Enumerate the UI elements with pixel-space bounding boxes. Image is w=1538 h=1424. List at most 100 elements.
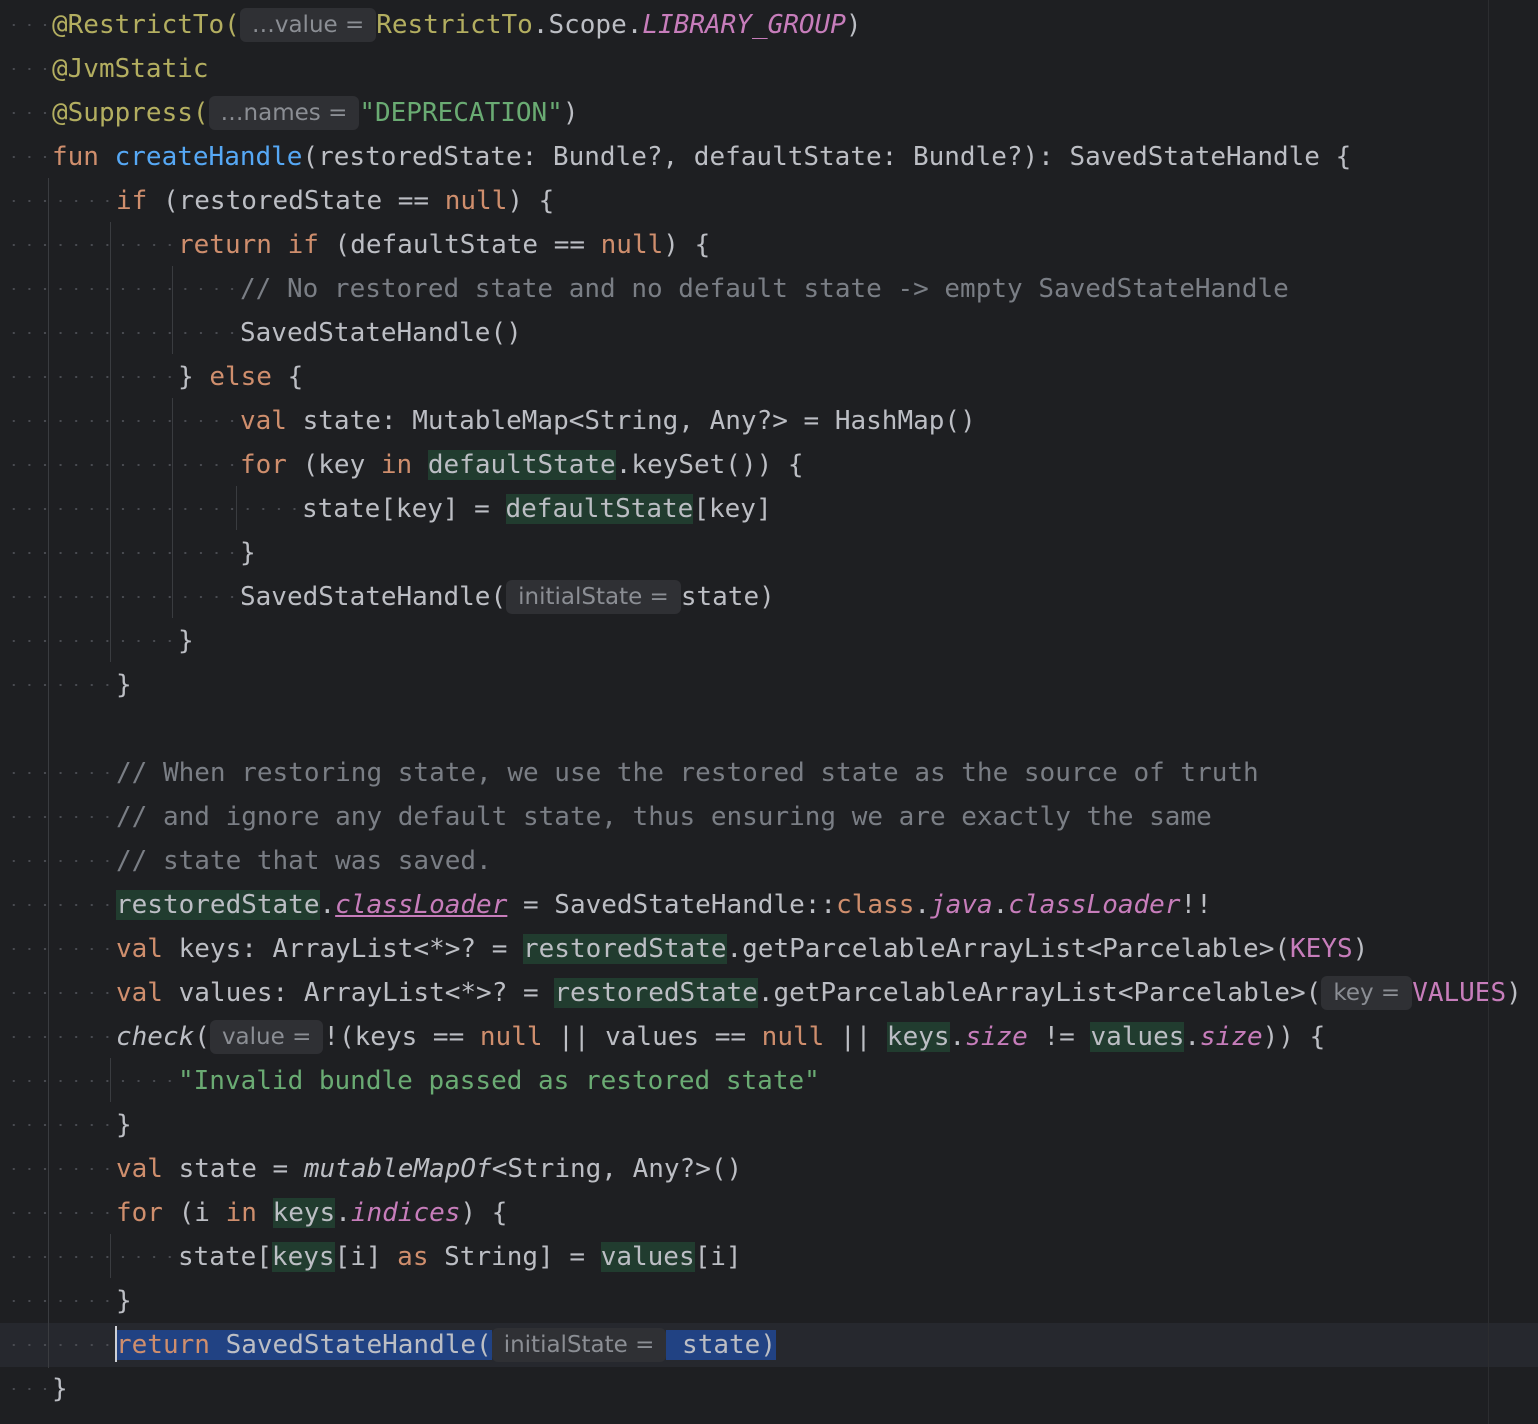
whitespace-dots <box>6 332 236 334</box>
code-content: check(value = !(keys == null || values ==… <box>116 1015 1325 1059</box>
code-token: state) <box>680 582 775 612</box>
code-token: state: MutableMap<String, Any?> = HashMa… <box>302 406 976 436</box>
code-content: SavedStateHandle() <box>240 311 522 355</box>
code-line[interactable]: @Suppress(…names = "DEPRECATION") <box>0 91 1538 135</box>
code-content: } <box>52 1367 68 1411</box>
code-token: . <box>319 890 336 920</box>
code-line[interactable]: } <box>0 531 1538 575</box>
code-line[interactable]: val state = mutableMapOf<String, Any?>() <box>0 1147 1538 1191</box>
code-line[interactable]: } <box>0 1103 1538 1147</box>
code-token: size <box>965 1022 1028 1052</box>
code-token: @Suppress( <box>52 98 209 128</box>
code-line[interactable]: fun createHandle(restoredState: Bundle?,… <box>0 135 1538 179</box>
code-token: || <box>824 1022 887 1052</box>
whitespace-dots <box>6 68 48 70</box>
parameter-hint: …names = <box>208 96 360 130</box>
code-token: [i] <box>334 1242 398 1272</box>
code-line[interactable]: SavedStateHandle(initialState = state) <box>0 575 1538 619</box>
code-token: state = <box>178 1154 304 1184</box>
code-content: } <box>178 619 194 663</box>
code-token: != <box>1027 1022 1091 1052</box>
code-line[interactable]: if (restoredState == null) { <box>0 179 1538 223</box>
code-content: val state: MutableMap<String, Any?> = Ha… <box>240 399 976 443</box>
code-content: } <box>116 1279 132 1323</box>
code-line[interactable]: check(value = !(keys == null || values ==… <box>0 1015 1538 1059</box>
code-token: } <box>116 1110 132 1140</box>
code-token: keys <box>271 1242 335 1272</box>
code-line[interactable]: // No restored state and no default stat… <box>0 267 1538 311</box>
indent-guide <box>48 178 49 1368</box>
whitespace-dots <box>6 1212 112 1214</box>
whitespace-dots <box>6 1388 48 1390</box>
whitespace-dots <box>6 112 48 114</box>
code-line[interactable]: } else { <box>0 355 1538 399</box>
code-token: val <box>240 406 303 436</box>
whitespace-dots <box>6 1080 174 1082</box>
code-content: } <box>116 663 132 707</box>
code-content: @JvmStatic <box>52 47 209 91</box>
whitespace-dots <box>6 772 112 774</box>
whitespace-dots <box>6 288 236 290</box>
whitespace-dots <box>6 508 298 510</box>
code-line[interactable]: // When restoring state, we use the rest… <box>0 751 1538 795</box>
code-token: state) <box>666 1330 776 1360</box>
code-token: fun <box>52 142 115 172</box>
code-content: val state = mutableMapOf<String, Any?>() <box>116 1147 742 1191</box>
code-token: classLoader <box>335 890 508 920</box>
code-line[interactable]: @JvmStatic <box>0 47 1538 91</box>
code-token: ( <box>194 1022 210 1052</box>
whitespace-dots <box>6 684 112 686</box>
code-line[interactable]: for (key in defaultState.keySet()) { <box>0 443 1538 487</box>
code-line[interactable]: val keys: ArrayList<*>? = restoredState.… <box>0 927 1538 971</box>
code-editor[interactable]: @RestrictTo(…value = RestrictTo.Scope.LIB… <box>0 0 1538 1424</box>
code-line[interactable]: // and ignore any default state, thus en… <box>0 795 1538 839</box>
code-line[interactable]: } <box>0 1367 1538 1411</box>
whitespace-dots <box>6 552 236 554</box>
code-token: null <box>479 1022 543 1052</box>
code-token: [i] <box>694 1242 742 1272</box>
code-line[interactable]: } <box>0 619 1538 663</box>
code-line[interactable]: // state that was saved. <box>0 839 1538 883</box>
code-token: val <box>116 978 179 1008</box>
code-line[interactable]: val values: ArrayList<*>? = restoredStat… <box>0 971 1538 1015</box>
code-token: (defaultState == <box>334 230 601 260</box>
indent-guide <box>110 1234 111 1278</box>
right-margin-guide <box>1488 0 1489 1424</box>
code-token: LIBRARY_GROUP <box>642 10 846 40</box>
code-line[interactable] <box>0 707 1538 751</box>
code-token: .keySet()) { <box>615 450 804 480</box>
code-line[interactable]: return if (defaultState == null) { <box>0 223 1538 267</box>
code-token: SavedStateHandle( <box>225 1330 492 1360</box>
code-line[interactable]: restoredState.classLoader = SavedStateHa… <box>0 883 1538 927</box>
code-token: for <box>116 1198 179 1228</box>
code-token: classLoader <box>1008 890 1181 920</box>
code-token: values <box>600 1242 695 1272</box>
code-token: null <box>444 186 508 216</box>
code-token: VALUES <box>1412 978 1507 1008</box>
code-line[interactable]: for (i in keys.indices) { <box>0 1191 1538 1235</box>
whitespace-dots <box>6 24 48 26</box>
code-line[interactable]: @RestrictTo(…value = RestrictTo.Scope.LIB… <box>0 3 1538 47</box>
code-token: keys <box>272 1198 336 1228</box>
code-line[interactable]: state[key] = defaultState[key] <box>0 487 1538 531</box>
code-content: state[key] = defaultState[key] <box>302 487 772 531</box>
code-token: // No restored state and no default stat… <box>240 274 1289 304</box>
code-token: <String, Any?>() <box>491 1154 743 1184</box>
code-line[interactable]: } <box>0 1279 1538 1323</box>
code-line[interactable]: return SavedStateHandle(initialState = s… <box>0 1323 1538 1367</box>
code-token: RestrictTo <box>376 10 533 40</box>
code-token: || values == <box>542 1022 762 1052</box>
code-token: )) { <box>1262 1022 1326 1052</box>
code-token: !(keys == <box>323 1022 480 1052</box>
code-token: state[ <box>178 1242 272 1272</box>
code-token: ) { <box>663 230 711 260</box>
code-token: (key <box>302 450 381 480</box>
code-line[interactable]: state[keys[i] as String] = values[i] <box>0 1235 1538 1279</box>
code-line[interactable]: SavedStateHandle() <box>0 311 1538 355</box>
code-line[interactable]: } <box>0 663 1538 707</box>
code-token: in <box>380 450 428 480</box>
code-line[interactable]: "Invalid bundle passed as restored state… <box>0 1059 1538 1103</box>
code-line[interactable]: val state: MutableMap<String, Any?> = Ha… <box>0 399 1538 443</box>
code-token: // When restoring state, we use the rest… <box>116 758 1259 788</box>
code-token: null <box>600 230 664 260</box>
